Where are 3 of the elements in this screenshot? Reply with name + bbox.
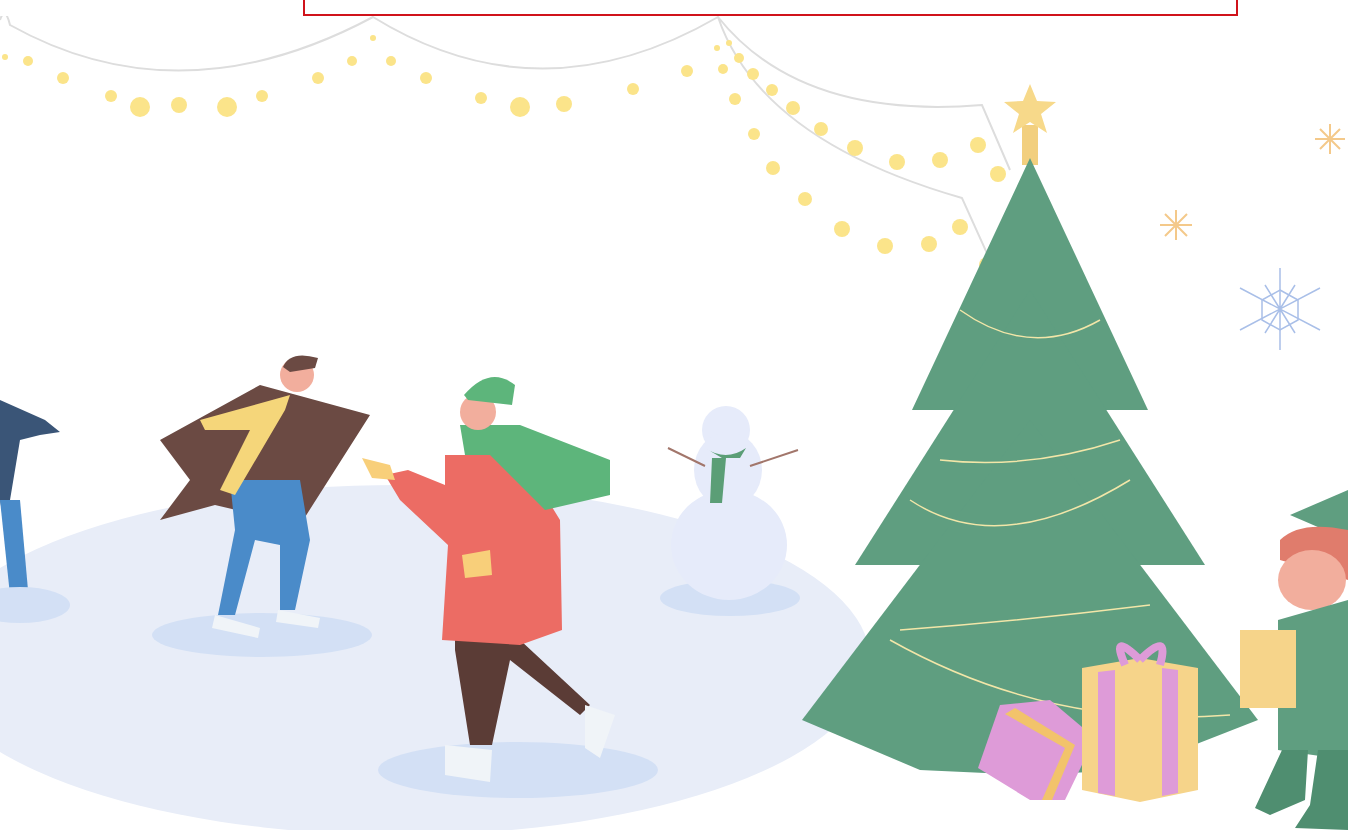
snowflake-icon xyxy=(1239,267,1321,351)
sparkle-icon xyxy=(1159,209,1193,241)
sparkle-icon xyxy=(1314,123,1346,155)
